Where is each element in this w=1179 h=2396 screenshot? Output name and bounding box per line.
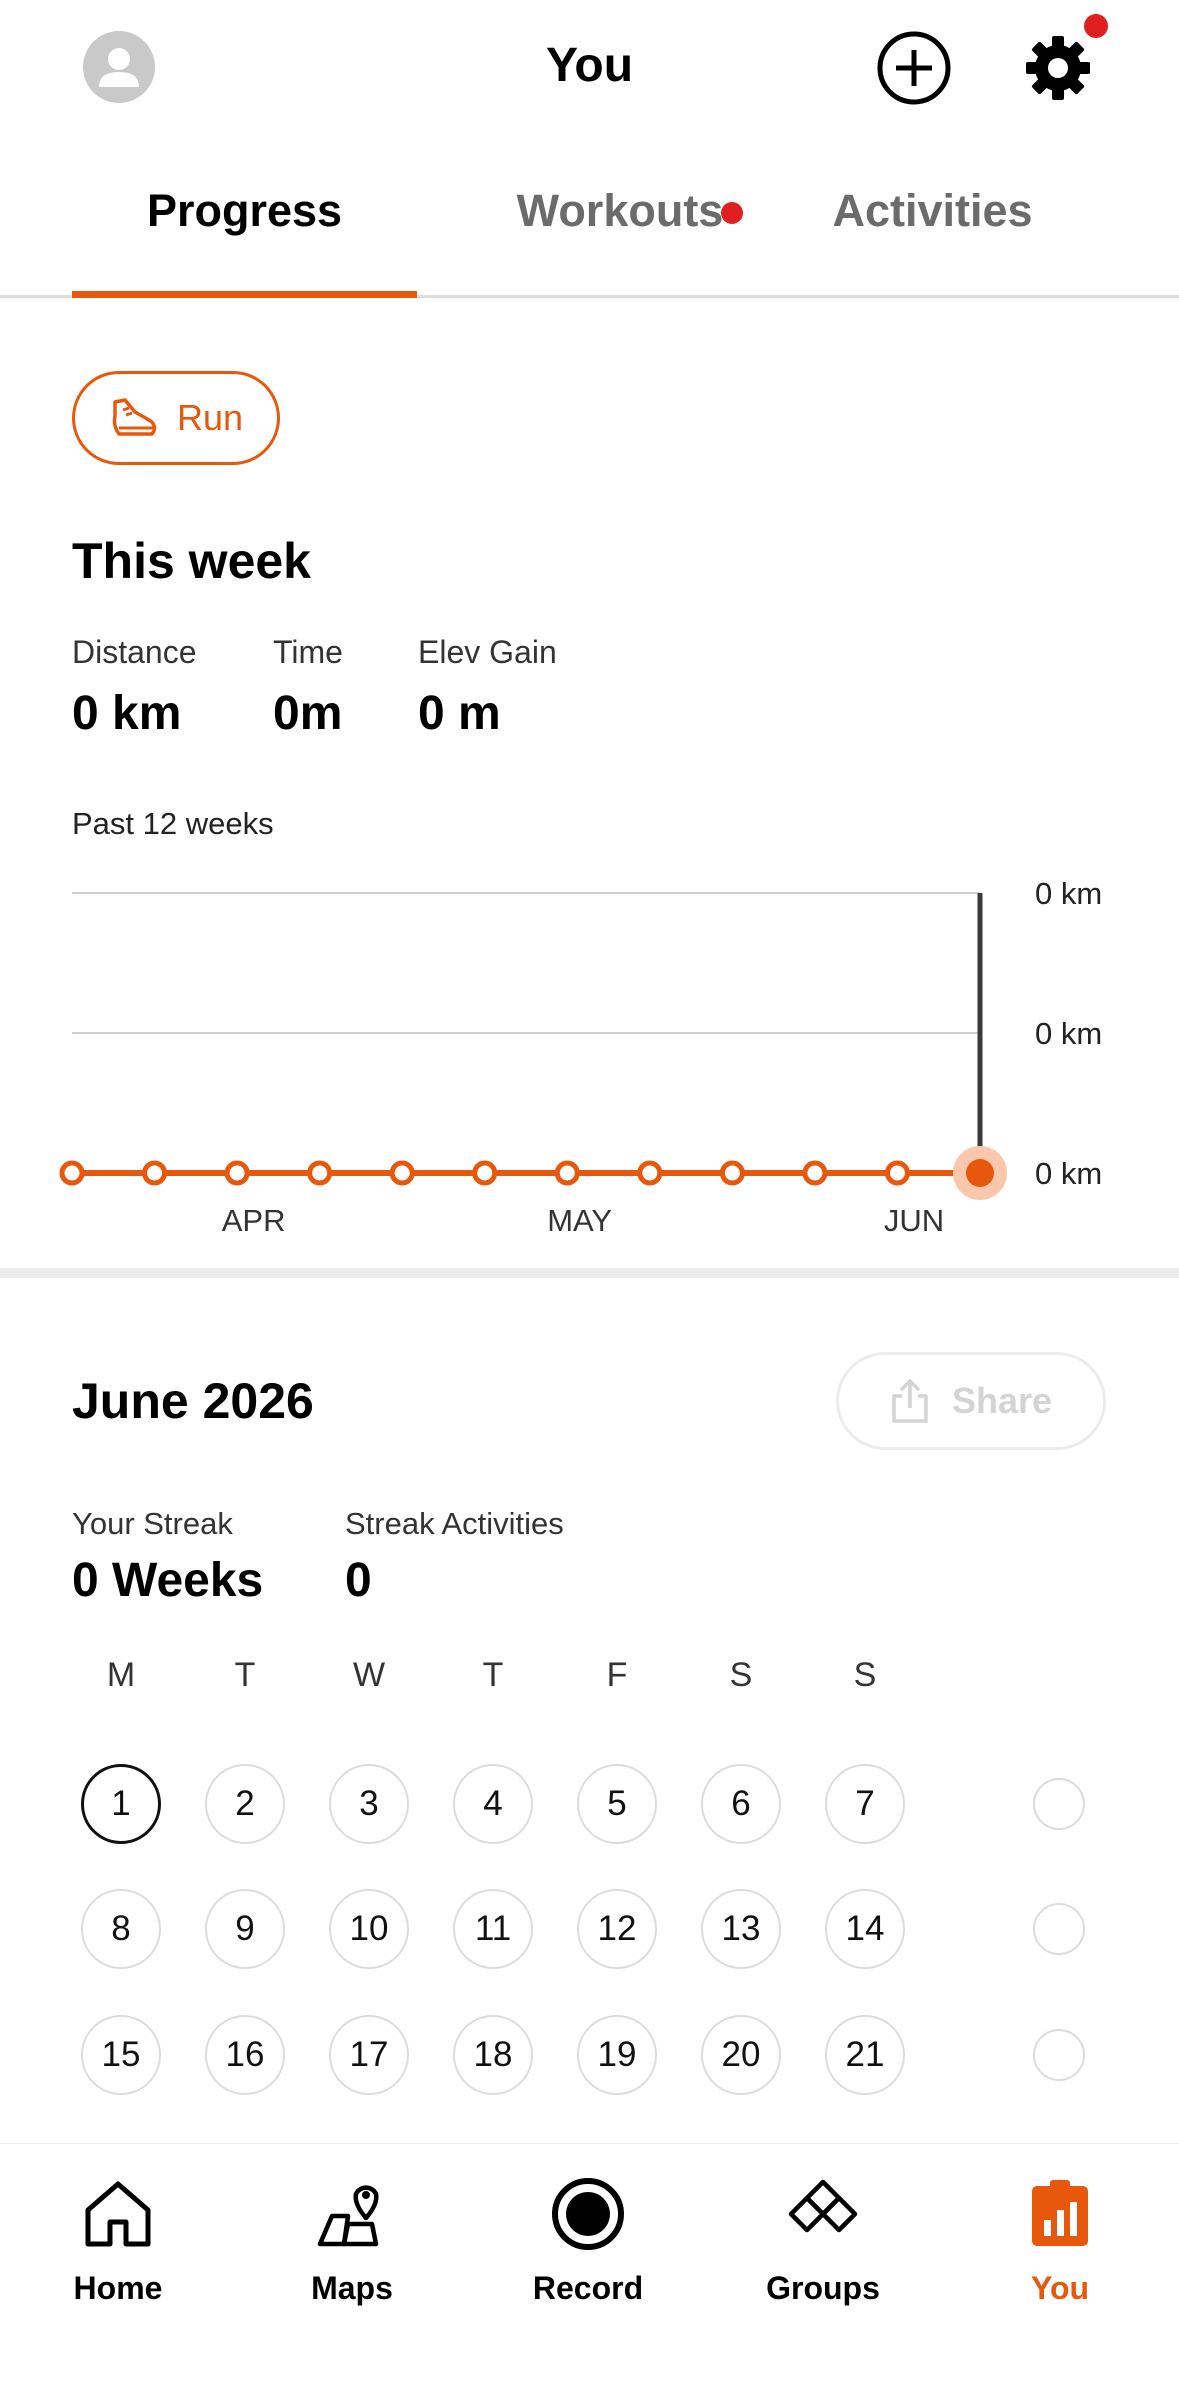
streak-label: Your Streak — [72, 1506, 233, 1541]
x-month-label: MAY — [547, 1203, 612, 1238]
x-month-label: APR — [222, 1203, 286, 1238]
nav-groups[interactable]: Groups — [738, 2164, 908, 2324]
calendar-day[interactable]: 17 — [329, 2015, 409, 2095]
calendar-day[interactable]: 7 — [825, 1764, 905, 1844]
calendar-day[interactable]: 21 — [825, 2015, 905, 2095]
chart-point[interactable] — [884, 1160, 910, 1186]
nav-record-label: Record — [532, 2270, 644, 2306]
app-screen: You Progress Workouts Activities Run Thi… — [0, 0, 1179, 2396]
chart-point[interactable] — [389, 1160, 415, 1186]
distance-value: 0 km — [72, 687, 182, 740]
bottom-navigation: Home Maps Record Groups You — [0, 2143, 1179, 2396]
share-label: Share — [951, 1380, 1053, 1421]
nav-home-label: Home — [73, 2270, 163, 2306]
nav-you-label: You — [1030, 2270, 1090, 2306]
calendar-day[interactable]: 18 — [453, 2015, 533, 2095]
weekday-label: M — [106, 1656, 136, 1694]
elev-gain-label: Elev Gain — [418, 634, 557, 670]
calendar-day[interactable]: 9 — [205, 1889, 285, 1969]
chart-point[interactable] — [802, 1160, 828, 1186]
plus-circle-icon[interactable] — [876, 30, 952, 106]
nav-home[interactable]: Home — [33, 2164, 203, 2324]
weekday-label: T — [482, 1656, 504, 1694]
month-title: June 2026 — [72, 1373, 314, 1429]
sport-filter-button[interactable]: Run — [72, 371, 280, 465]
running-shoe-icon — [112, 398, 157, 436]
you-stats-icon — [1032, 2180, 1088, 2246]
calendar-day[interactable]: 12 — [577, 1889, 657, 1969]
weekday-label: T — [234, 1656, 256, 1694]
tab-bar: Progress Workouts Activities — [0, 140, 1179, 298]
notification-dot — [1084, 14, 1108, 38]
map-icon — [317, 2185, 379, 2247]
week-summary-ring — [1033, 2029, 1085, 2081]
weekly-distance-chart[interactable]: 0 km 0 km 0 km APR MAY JUN — [0, 860, 1179, 1260]
record-icon — [552, 2178, 624, 2250]
elev-gain-value: 0 m — [418, 687, 501, 740]
calendar-day[interactable]: 19 — [577, 2015, 657, 2095]
active-tab-indicator — [72, 291, 417, 298]
tab-activities[interactable]: Activities — [800, 185, 1065, 237]
calendar-day[interactable]: 1 — [81, 1764, 161, 1844]
home-icon — [85, 2181, 151, 2247]
y-tick-label: 0 km — [1035, 876, 1102, 911]
share-icon — [892, 1379, 928, 1423]
nav-maps[interactable]: Maps — [267, 2164, 437, 2324]
workouts-notification-dot — [721, 202, 743, 224]
chart-point[interactable] — [59, 1160, 85, 1186]
share-button[interactable]: Share — [836, 1352, 1106, 1450]
calendar-day[interactable]: 14 — [825, 1889, 905, 1969]
calendar-day[interactable]: 3 — [329, 1764, 409, 1844]
nav-groups-label: Groups — [766, 2270, 880, 2306]
nav-maps-label: Maps — [311, 2270, 393, 2306]
streak-value: 0 Weeks — [72, 1554, 264, 1607]
calendar-day[interactable]: 15 — [81, 2015, 161, 2095]
chart-point[interactable] — [472, 1160, 498, 1186]
weekday-label: S — [853, 1656, 877, 1694]
chart-point-selected[interactable] — [966, 1159, 994, 1187]
y-tick-label: 0 km — [1035, 1156, 1102, 1191]
distance-label: Distance — [72, 634, 197, 670]
chart-point[interactable] — [637, 1160, 663, 1186]
this-week-title: This week — [72, 533, 311, 589]
chart-point[interactable] — [224, 1160, 250, 1186]
chart-point[interactable] — [307, 1160, 333, 1186]
y-tick-label: 0 km — [1035, 1016, 1102, 1051]
chart-point[interactable] — [142, 1160, 168, 1186]
calendar-day[interactable]: 6 — [701, 1764, 781, 1844]
section-divider — [0, 1268, 1179, 1278]
page-title: You — [545, 39, 634, 92]
header: You — [0, 0, 1179, 140]
calendar-day[interactable]: 16 — [205, 2015, 285, 2095]
calendar-day[interactable]: 20 — [701, 2015, 781, 2095]
sport-filter-label: Run — [176, 397, 244, 438]
weekday-label: W — [352, 1656, 386, 1694]
weekday-label: S — [729, 1656, 753, 1694]
streak-activities-value: 0 — [345, 1554, 372, 1607]
week-summary-ring — [1033, 1778, 1085, 1830]
chart-point[interactable] — [719, 1160, 745, 1186]
calendar-day[interactable]: 2 — [205, 1764, 285, 1844]
x-month-label: JUN — [884, 1203, 944, 1238]
gear-icon[interactable] — [1020, 30, 1096, 106]
nav-record[interactable]: Record — [503, 2164, 673, 2324]
nav-you[interactable]: You — [975, 2164, 1145, 2324]
time-value: 0m — [273, 687, 343, 740]
time-label: Time — [273, 634, 343, 670]
calendar-day[interactable]: 8 — [81, 1889, 161, 1969]
groups-icon — [788, 2179, 858, 2233]
calendar-day[interactable]: 11 — [453, 1889, 533, 1969]
week-summary-ring — [1033, 1903, 1085, 1955]
streak-activities-label: Streak Activities — [345, 1506, 564, 1541]
chart-point[interactable] — [554, 1160, 580, 1186]
calendar-day[interactable]: 5 — [577, 1764, 657, 1844]
weekday-label: F — [606, 1656, 628, 1694]
calendar-day[interactable]: 4 — [453, 1764, 533, 1844]
calendar-day[interactable]: 10 — [329, 1889, 409, 1969]
tab-progress[interactable]: Progress — [72, 185, 417, 237]
chart-subtitle: Past 12 weeks — [72, 806, 274, 841]
calendar-day[interactable]: 13 — [701, 1889, 781, 1969]
